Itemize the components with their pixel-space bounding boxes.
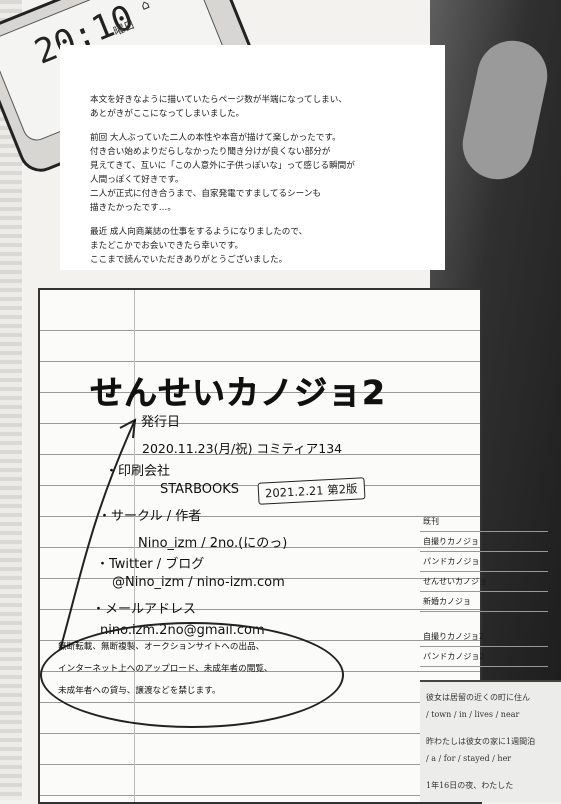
- printer-value: STARBOOKS: [160, 482, 240, 497]
- textbook-line: / town / in / lives / near: [426, 710, 520, 719]
- textbook-line: 1年16日の夜、わたした: [426, 781, 514, 790]
- textbook-line: 昨わたしは彼女の家に1週間泊: [426, 737, 536, 746]
- afterword-line: 最近 成人向商業誌の仕事をするようになりましたので、: [90, 227, 308, 237]
- list-item: 自撮りカノジョ2: [420, 627, 548, 647]
- afterword-paragraph: 最近 成人向商業誌の仕事をするようになりましたので、 またどこかでお会いできたら…: [90, 225, 430, 267]
- warning-line: 未成年者への貸与、譲渡などを禁じます。: [58, 686, 221, 696]
- textbook-line: 彼女は居留の近くの町に住ん: [426, 693, 530, 702]
- textbook-line: / a / for / stayed / her: [426, 754, 512, 763]
- afterword-line: またどこかでお会いできたら幸いです。: [90, 241, 244, 251]
- warning-line: インターネット上へのアップロード、未成年者の閲覧、: [58, 664, 273, 674]
- afterword-box: 本文を好きなように描いていたらページ数が半端になってしまい、 あとがきがここにな…: [60, 45, 445, 270]
- afterword-line: 二人が正式に付き合うまで、自家発電ですましてるシーンも: [90, 189, 322, 199]
- list-item: 自撮りカノジョ: [420, 532, 548, 552]
- label-email: ・メールアドレス: [92, 602, 197, 617]
- list-item: せんせいカノジョ: [420, 572, 548, 592]
- camera-icon: ⌂: [138, 0, 153, 14]
- other-works-heading: 既刊: [420, 512, 548, 532]
- afterword-line: 前回 大人ぶっていた二人の本性や本音が描けて楽しかったです。: [90, 133, 341, 143]
- afterword-line: 見えてきて、互いに「この人意外に子供っぽいな」って感じる瞬間が: [90, 161, 355, 171]
- publish-date-value: 2020.11.23(月/祝) コミティア134: [142, 441, 343, 456]
- list-gap: [420, 612, 548, 627]
- afterword-text: 本文を好きなように描いていたらページ数が半端になってしまい、 あとがきがここにな…: [90, 93, 430, 277]
- afterword-line: 付き合い始めよりだらしなかったり聞き分けが良くない部分が: [90, 147, 331, 157]
- afterword-line: 描きたかったです…。: [90, 203, 176, 213]
- afterword-paragraph: 本文を好きなように描いていたらページ数が半端になってしまい、 あとがきがここにな…: [90, 93, 430, 121]
- circle-author-value: Nino_izm / 2no.(にのっ): [138, 536, 288, 551]
- afterword-line: 本文を好きなように描いていたらページ数が半端になってしまい、: [90, 95, 347, 105]
- twitter-blog-value: @Nino_izm / nino-izm.com: [112, 575, 285, 590]
- warning-line: 無断転載、無断複製、オークションサイトへの出品、: [58, 642, 265, 652]
- other-works-list: 既刊 自撮りカノジョ パンドカノジョ せんせいカノジョ 新婚カノジョ 自撮りカノ…: [420, 512, 548, 667]
- label-twitter-blog: ・Twitter / ブログ: [96, 557, 205, 572]
- textbook-page: 彼女は居留の近くの町に住ん / town / in / lives / near…: [420, 680, 561, 802]
- label-circle-author: ・サークル / 作者: [98, 509, 202, 524]
- list-item: パンドカノジョ: [420, 552, 548, 572]
- label-publish-date: ・発行日: [128, 415, 181, 430]
- afterword-line: ここまで読んでいただきありがとうございました。: [90, 255, 288, 265]
- afterword-paragraph: 前回 大人ぶっていた二人の本性や本音が描けて楽しかったです。 付き合い始めよりだ…: [90, 131, 430, 215]
- list-item: パンドカノジョ2: [420, 647, 548, 667]
- afterword-line: 人間っぽくて好きです。: [90, 175, 184, 185]
- afterword-line: あとがきがここになってしまいました。: [90, 109, 245, 119]
- label-printer: ・印刷会社: [105, 464, 171, 479]
- list-item: 新婚カノジョ: [420, 592, 548, 612]
- warning-oval: [40, 622, 344, 728]
